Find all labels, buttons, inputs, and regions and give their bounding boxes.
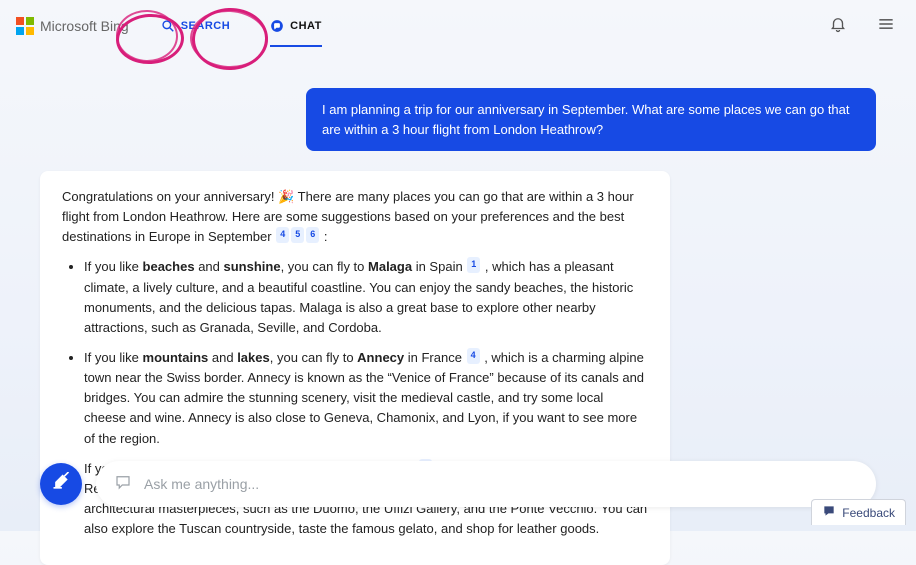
assistant-intro-text-c: :	[320, 229, 327, 244]
chat-input-pill[interactable]	[96, 461, 876, 507]
broom-icon	[51, 472, 71, 497]
chat-icon	[270, 19, 284, 33]
bell-icon	[829, 15, 847, 38]
annotation-circle-chat	[191, 7, 269, 72]
notifications-button[interactable]	[824, 12, 852, 40]
citation-badge[interactable]: 4	[276, 227, 289, 243]
conversation-area: I am planning a trip for our anniversary…	[40, 88, 876, 463]
brand-name: Microsoft Bing	[40, 18, 129, 34]
tab-search-label: SEARCH	[181, 20, 230, 32]
annotation-circle-chat	[189, 8, 270, 70]
user-message-bubble: I am planning a trip for our anniversary…	[306, 88, 876, 151]
confetti-icon: 🎉	[278, 189, 294, 204]
feedback-label: Feedback	[842, 506, 895, 520]
citation-badge[interactable]: 1	[467, 257, 480, 273]
user-message-text: I am planning a trip for our anniversary…	[322, 102, 850, 137]
chat-input[interactable]	[144, 476, 858, 492]
brand-logo[interactable]: Microsoft Bing	[16, 17, 129, 35]
header-tabs: SEARCH CHAT	[161, 19, 322, 33]
tab-search[interactable]: SEARCH	[161, 19, 230, 33]
tab-chat[interactable]: CHAT	[270, 19, 322, 33]
citation-badge[interactable]: 5	[291, 227, 304, 243]
tab-chat-label: CHAT	[290, 20, 322, 32]
list-item: If you like beaches and sunshine, you ca…	[84, 257, 648, 338]
assistant-intro: Congratulations on your anniversary! 🎉 T…	[62, 187, 648, 247]
new-topic-button[interactable]	[40, 463, 82, 505]
hamburger-icon	[876, 14, 896, 39]
chat-bubble-icon	[114, 473, 132, 496]
search-icon	[161, 19, 175, 33]
feedback-icon	[822, 504, 836, 521]
citation-badge[interactable]: 4	[467, 348, 480, 364]
menu-button[interactable]	[872, 12, 900, 40]
microsoft-logo-icon	[16, 17, 34, 35]
citation-badge[interactable]: 6	[306, 227, 319, 243]
app-header: Microsoft Bing SEARCH CHAT	[0, 0, 916, 52]
feedback-button[interactable]: Feedback	[811, 499, 906, 525]
assistant-intro-text-a: Congratulations on your anniversary!	[62, 189, 278, 204]
list-item: If you like mountains and lakes, you can…	[84, 348, 648, 449]
header-actions	[824, 12, 900, 40]
compose-bar	[40, 461, 876, 507]
